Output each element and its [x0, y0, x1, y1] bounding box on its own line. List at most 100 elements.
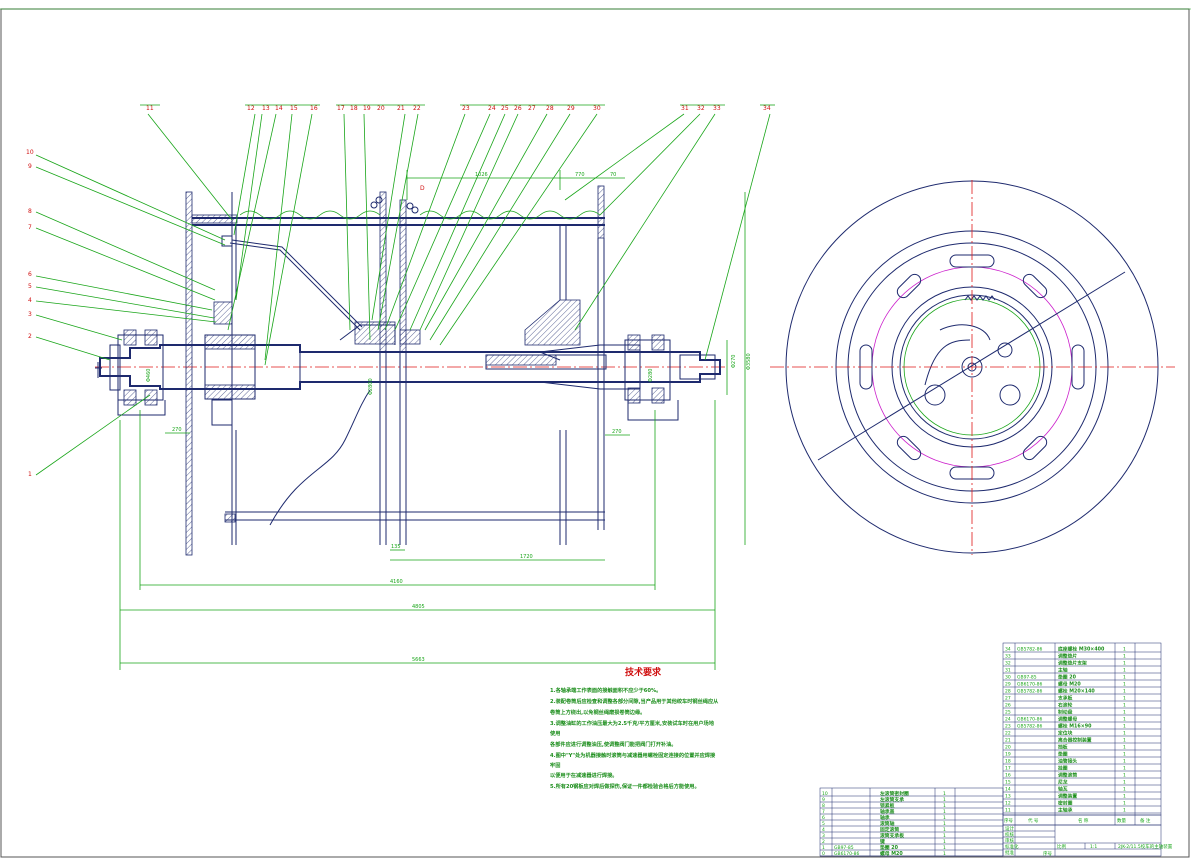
bom-right-cell-name: 螺栓 M16×90 — [1058, 723, 1092, 730]
part-label-14: 14 — [275, 105, 283, 112]
bom-left-cell-qty: 1 — [943, 803, 946, 809]
bom-right-cell-qty: 1 — [1123, 738, 1126, 744]
part-label-25: 25 — [501, 105, 509, 112]
dimension-texts: 1026 770 70 270 270 135 1720 4160 4805 5… — [146, 172, 752, 663]
bom-right-cell-name: 定位块 — [1058, 730, 1073, 737]
part-label-17: 17 — [337, 105, 345, 112]
end-view — [770, 180, 1175, 555]
tech-line: 牢固 — [550, 761, 560, 769]
title-block: 设计 校核 审核 标准化 批准 比例 1:1 2JK-2/11.5绞车的主轴装置… — [1002, 824, 1173, 857]
bom-left-cell-qty: 1 — [943, 839, 946, 845]
bom-right-cell-no: 31 — [1005, 668, 1011, 674]
tech-line: 卷筒上方绕出,以免钢丝绳磨损卷筒边缘。 — [549, 708, 645, 716]
bom-right-cell-no: 28 — [1005, 689, 1011, 695]
bom-left-cell-name: 键 — [879, 838, 885, 845]
bom-right-cell-name: 调整滚筒 — [1058, 772, 1077, 779]
dim-4160: 4160 — [390, 579, 403, 585]
title-row-label: 校核 — [1005, 831, 1014, 838]
bom-right-cell-no: 20 — [1005, 745, 1011, 751]
bom-right-cell-qty: 1 — [1123, 794, 1126, 800]
part-label-20: 20 — [377, 105, 385, 112]
bom-right-cell-qty: 1 — [1123, 661, 1126, 667]
bom-left-cell-qty: 1 — [943, 791, 946, 797]
tech-line: 以便用于在减速器进行焊接。 — [550, 771, 617, 779]
bom-right-cell-qty: 1 — [1123, 801, 1126, 807]
bom-right-cell-name: 挂圈 — [1058, 765, 1068, 772]
bom-left-cell-qty: 1 — [943, 833, 946, 839]
bom-right-cell-qty: 1 — [1123, 724, 1126, 730]
bom-right-cell-no: 27 — [1005, 696, 1011, 702]
bom-right-cell-name: 右滚轮 — [1058, 702, 1073, 709]
bom-right-cell-no: 18 — [1005, 759, 1011, 765]
bom-right-cell-qty: 1 — [1123, 766, 1126, 772]
bom-left-cell-no: 1 — [822, 845, 825, 851]
drawing-canvas: 1 2 3 4 5 6 7 8 9 10 11 12 13 14 15 16 1… — [0, 8, 1191, 858]
bom-right-header-no: 序号 — [1004, 817, 1013, 824]
bom-right-cell-no: 22 — [1005, 731, 1011, 737]
part-label-21: 21 — [397, 105, 405, 112]
part-label-6: 6 — [28, 271, 32, 278]
bom-left-cell-no: 10 — [822, 791, 828, 797]
bom-right-cell-name: 制动盘 — [1058, 709, 1073, 716]
part-label-4: 4 — [28, 297, 32, 304]
title-scale-label: 比例 — [1057, 843, 1066, 850]
bom-left-cell-name: 螺母 M20 — [880, 850, 903, 857]
bom-right-cell-no: 16 — [1005, 773, 1011, 779]
bom-left-cell-name: 滚筒轴 — [880, 820, 895, 827]
bom-left-cell-no: 2 — [822, 839, 825, 845]
part-label-23: 23 — [462, 105, 470, 112]
bom-left-cell-no: 7 — [822, 809, 825, 815]
bom-right-cell-no: 21 — [1005, 738, 1011, 744]
bom-right-cell-no: 30 — [1005, 675, 1011, 681]
bom-right-cell-name: 尼龙 — [1058, 779, 1068, 786]
part-labels: 1 2 3 4 5 6 7 8 9 10 11 12 13 14 15 16 1… — [26, 105, 771, 478]
dim-phi-460: Φ460 — [146, 369, 152, 382]
dim-270-left: 270 — [172, 427, 182, 433]
part-label-2: 2 — [28, 333, 32, 340]
bom-right-cell-qty: 1 — [1123, 717, 1126, 723]
bom-right-cell-std: GB97-85 — [1017, 675, 1037, 681]
bom-right-header-note: 备 注 — [1140, 817, 1151, 824]
bom-right-cell-no: 23 — [1005, 724, 1011, 730]
bom-right-cell-qty: 1 — [1123, 752, 1126, 758]
bom-right-cell-name: 螺母 M20 — [1058, 681, 1081, 688]
bom-left-cell-no: 9 — [822, 797, 825, 803]
bom-right-cell-no: 15 — [1005, 780, 1011, 786]
part-label-30: 30 — [593, 105, 601, 112]
bom-right-cell-qty: 1 — [1123, 675, 1126, 681]
bom-left-cell-name: 左滚筒密封圈 — [879, 790, 909, 797]
title-scale-value: 1:1 — [1090, 844, 1097, 850]
part-label-22: 22 — [413, 105, 421, 112]
bom-left-cell-name: 左滚筒支承 — [879, 796, 904, 803]
bom-right-cell-name: 支承板 — [1058, 695, 1073, 702]
bom-left-cell-name: 轴承 — [880, 814, 890, 821]
drawing-sheet: 1 2 3 4 5 6 7 8 9 10 11 12 13 14 15 16 1… — [0, 0, 1191, 858]
bom-right-cell-name: 主轴 — [1058, 667, 1068, 674]
bom-left-cell-name: 固定滚筒 — [880, 826, 899, 833]
part-label-8: 8 — [28, 208, 32, 215]
bom-right-cell-std: GB6170-86 — [1017, 717, 1043, 723]
part-label-16: 16 — [310, 105, 318, 112]
dim-phi-280: Φ280 — [648, 369, 654, 382]
part-label-18: 18 — [350, 105, 358, 112]
part-label-19: 19 — [363, 105, 371, 112]
dim-135: 135 — [391, 544, 401, 550]
dim-1026: 1026 — [475, 172, 488, 178]
bom-right-cell-qty: 1 — [1123, 689, 1126, 695]
bom-right-cell-qty: 1 — [1123, 703, 1126, 709]
tech-line: 5.所有20钢板应对焊后做探伤,保证一件都检验合格后方能使用。 — [550, 782, 700, 790]
bom-left-cell-qty: 1 — [943, 809, 946, 815]
bom-right-cell-no: 32 — [1005, 661, 1011, 667]
bom-left-cell-name: 垫圈 20 — [880, 844, 899, 851]
title-row-label: 设计 — [1005, 825, 1014, 832]
bom-right-cell-no: 11 — [1005, 808, 1011, 814]
title-row-label: 标准化 — [1005, 843, 1019, 850]
part-label-29: 29 — [567, 105, 575, 112]
bom-right-cell-name: 挡板 — [1058, 744, 1068, 751]
bom-right-cell-qty: 1 — [1123, 654, 1126, 660]
part-label-27: 27 — [528, 105, 536, 112]
bom-right-cell-name: 主轴承 — [1058, 807, 1073, 814]
bom-right-cell-name: 垫圈 20 — [1058, 674, 1077, 681]
dim-phi-3580: Φ3580 — [746, 353, 752, 370]
bom-right-cell-no: 33 — [1005, 654, 1011, 660]
